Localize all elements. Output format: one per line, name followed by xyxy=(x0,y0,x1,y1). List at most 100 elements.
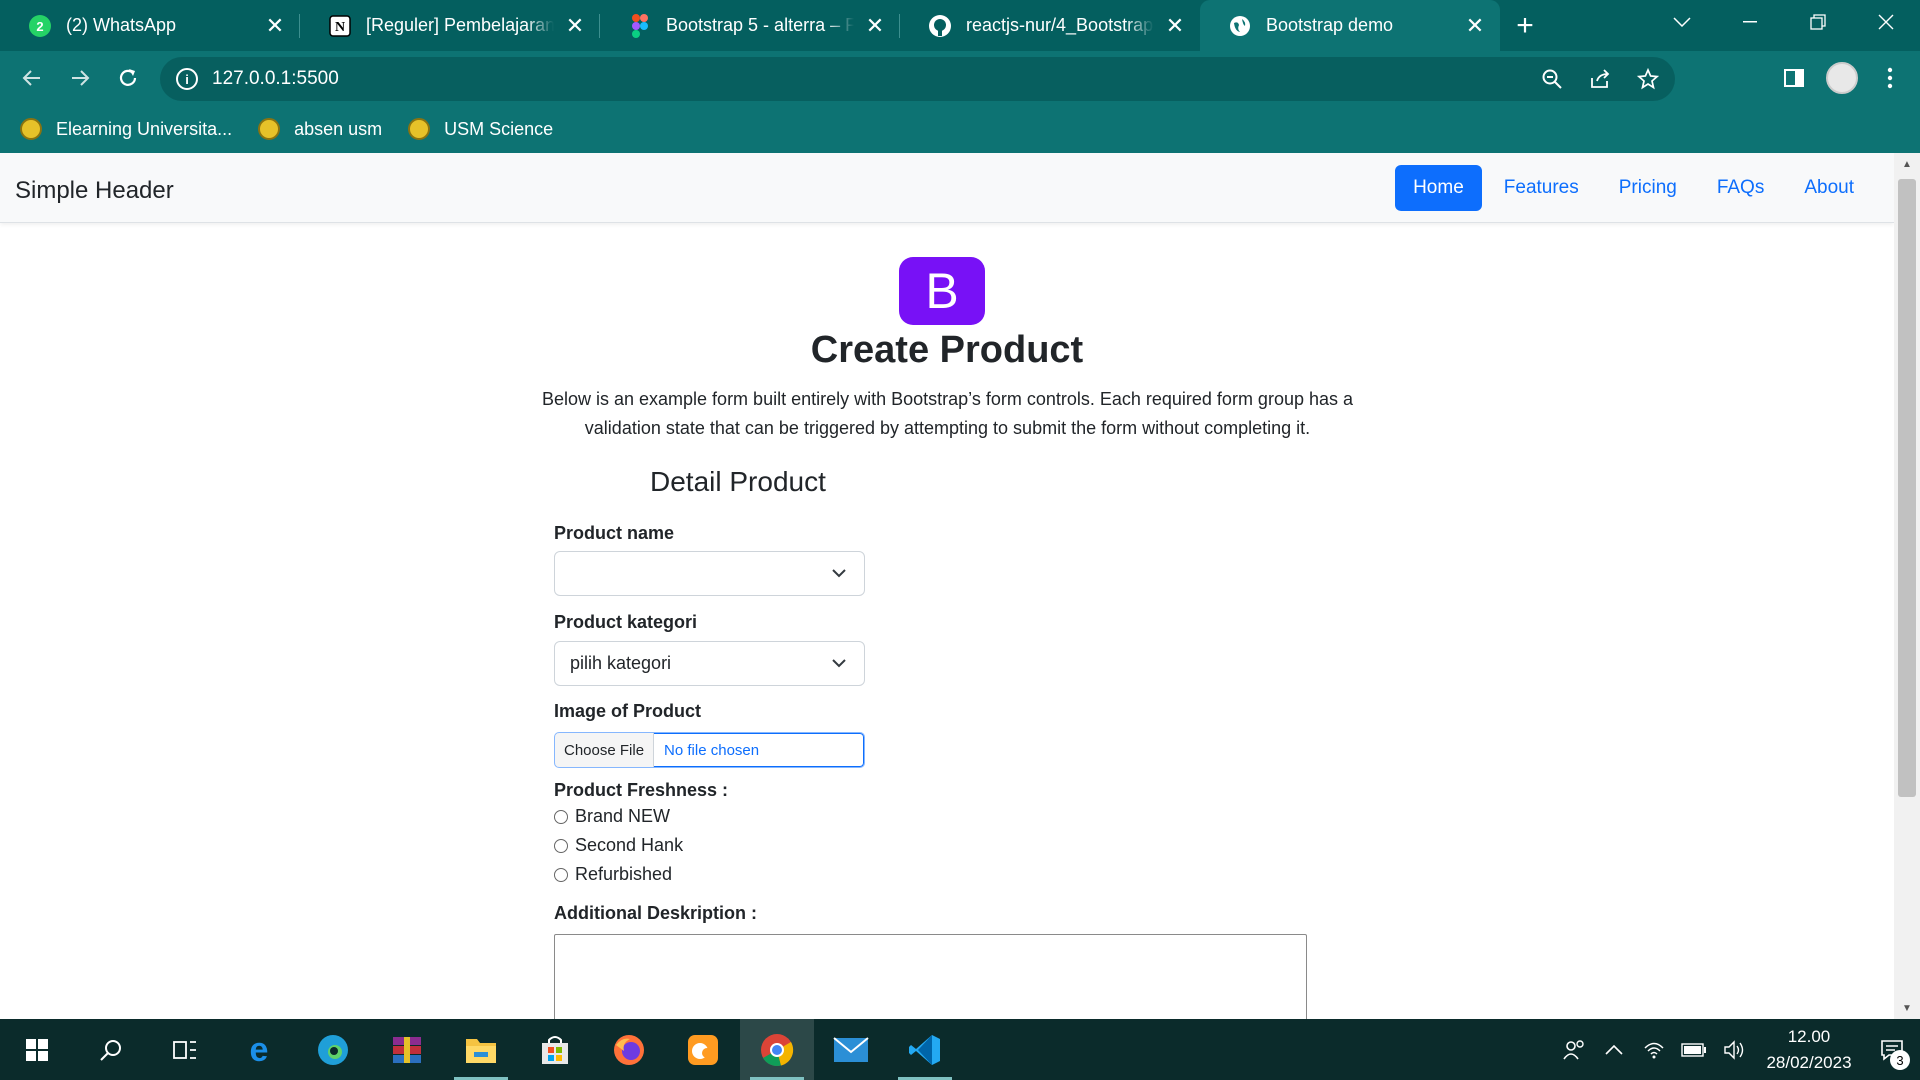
bookmark-label: USM Science xyxy=(444,118,554,139)
search-icon[interactable] xyxy=(74,1019,148,1080)
site-info-icon[interactable]: i xyxy=(176,68,198,90)
scrollbar[interactable]: ▲ ▼ xyxy=(1894,153,1920,1019)
forward-icon[interactable] xyxy=(56,54,104,102)
close-icon[interactable]: ✕ xyxy=(264,13,286,38)
close-icon[interactable]: ✕ xyxy=(864,13,886,38)
window-controls xyxy=(1648,0,1920,44)
image-label: Image of Product xyxy=(554,701,702,721)
notification-center-icon[interactable]: 3 xyxy=(1864,1019,1920,1080)
radio-button[interactable] xyxy=(554,867,568,882)
tab-search-icon[interactable] xyxy=(1648,0,1716,44)
edge-legacy-icon[interactable]: e xyxy=(222,1019,296,1080)
task-view-icon[interactable] xyxy=(148,1019,222,1080)
tab-title: [Reguler] Pembelajaran Te xyxy=(366,15,554,35)
freshness-option-brand-new[interactable]: Brand NEW xyxy=(554,806,670,827)
volume-icon[interactable] xyxy=(1714,1019,1754,1080)
freshness-option-refurbished[interactable]: Refurbished xyxy=(554,864,672,885)
svg-text:N: N xyxy=(335,20,345,35)
bookmark-elearning[interactable]: Elearning Universita... xyxy=(20,118,232,140)
chevron-up-icon[interactable] xyxy=(1594,1019,1634,1080)
scroll-up-icon[interactable]: ▲ xyxy=(1894,153,1920,175)
bookmark-absen-usm[interactable]: absen usm xyxy=(258,118,382,140)
vscode-icon[interactable] xyxy=(888,1019,962,1080)
radio-button[interactable] xyxy=(554,809,568,824)
radio-label: Brand NEW xyxy=(575,806,671,826)
menu-icon[interactable] xyxy=(1870,58,1910,98)
bookmarks-bar: Elearning Universita... absen usm USM Sc… xyxy=(0,105,1920,153)
tab-title: reactjs-nur/4_Bootstrap a xyxy=(966,15,1154,35)
main-nav: Home Features Pricing FAQs About xyxy=(1395,165,1872,211)
page-title: Create Product xyxy=(810,329,1084,371)
file-explorer-icon[interactable] xyxy=(444,1019,518,1080)
clock[interactable]: 12.00 28/02/2023 xyxy=(1754,1024,1864,1076)
tab-github[interactable]: reactjs-nur/4_Bootstrap a ✕ xyxy=(900,0,1200,51)
share-icon[interactable] xyxy=(1581,60,1619,98)
address-text: 127.0.0.1:5500 xyxy=(212,68,339,89)
radio-label: Second Hank xyxy=(575,835,684,855)
nav-home[interactable]: Home xyxy=(1395,165,1482,211)
browser-toolbar: i 127.0.0.1:5500 xyxy=(0,51,1920,105)
bookmark-label: absen usm xyxy=(294,118,383,139)
clock-date: 28/02/2023 xyxy=(1766,1052,1852,1072)
image-file-input[interactable]: Choose File No file chosen xyxy=(554,732,865,768)
taskbar: e 12.00 28/02/2023 3 xyxy=(0,1019,1920,1080)
freshness-option-second-hank[interactable]: Second Hank xyxy=(554,835,683,856)
windows-start-icon[interactable] xyxy=(0,1019,74,1080)
section-title: Detail Product xyxy=(650,466,826,497)
people-icon[interactable] xyxy=(1554,1019,1594,1080)
reload-icon[interactable] xyxy=(104,54,152,102)
bookmark-star-icon[interactable] xyxy=(1629,60,1667,98)
product-name-label: Product name xyxy=(554,523,675,543)
file-status: No file chosen xyxy=(664,741,760,759)
site-header: Simple Header Home Features Pricing FAQs… xyxy=(0,153,1894,223)
tab-figma[interactable]: Bootstrap 5 - alterra – Fig ✕ xyxy=(600,0,900,51)
freshness-label: Product Freshness : xyxy=(554,780,729,800)
tab-notion[interactable]: N [Reguler] Pembelajaran Te ✕ xyxy=(300,0,600,51)
close-icon[interactable]: ✕ xyxy=(1164,13,1186,38)
usm-logo-icon xyxy=(258,118,281,140)
product-name-select[interactable] xyxy=(554,551,865,596)
nav-faqs[interactable]: FAQs xyxy=(1699,165,1783,211)
tab-title: Bootstrap 5 - alterra – Fig xyxy=(666,15,854,35)
scrollbar-thumb[interactable] xyxy=(1898,179,1916,797)
tab-whatsapp[interactable]: 2 (2) WhatsApp ✕ xyxy=(0,0,300,51)
firefox-icon[interactable] xyxy=(592,1019,666,1080)
side-panel-icon[interactable] xyxy=(1774,58,1814,98)
choose-file-button[interactable]: Choose File xyxy=(555,733,655,767)
brand-title[interactable]: Simple Header xyxy=(15,177,174,205)
description-textarea[interactable] xyxy=(554,934,1307,1019)
bootstrap-logo: B xyxy=(899,257,985,325)
close-icon[interactable]: ✕ xyxy=(1464,13,1486,38)
close-icon[interactable]: ✕ xyxy=(564,13,586,38)
winrar-icon[interactable] xyxy=(370,1019,444,1080)
notification-badge: 3 xyxy=(1890,1050,1910,1070)
bookmark-usm-science[interactable]: USM Science xyxy=(408,118,553,140)
nav-about[interactable]: About xyxy=(1786,165,1872,211)
mail-icon[interactable] xyxy=(814,1019,888,1080)
edge-icon[interactable] xyxy=(296,1019,370,1080)
product-category-select[interactable]: pilih kategori xyxy=(554,641,865,686)
address-bar[interactable]: i 127.0.0.1:5500 xyxy=(160,57,1675,101)
chevron-down-icon xyxy=(832,569,846,578)
nav-pricing[interactable]: Pricing xyxy=(1601,165,1695,211)
tab-title: (2) WhatsApp xyxy=(66,15,177,35)
chrome-icon[interactable] xyxy=(740,1019,814,1080)
clock-time: 12.00 xyxy=(1787,1026,1831,1046)
description-label: Additional Deskription : xyxy=(554,903,758,923)
wifi-icon[interactable] xyxy=(1634,1019,1674,1080)
zoom-icon[interactable] xyxy=(1533,60,1571,98)
store-icon[interactable] xyxy=(518,1019,592,1080)
radio-button[interactable] xyxy=(554,838,568,853)
restore-icon[interactable] xyxy=(1784,0,1852,44)
scroll-down-icon[interactable]: ▼ xyxy=(1894,997,1920,1019)
bookmark-label: Elearning Universita... xyxy=(56,118,233,139)
new-tab-button[interactable]: + xyxy=(1500,0,1550,51)
uc-browser-icon[interactable] xyxy=(666,1019,740,1080)
tab-bootstrap-demo[interactable]: Bootstrap demo ✕ xyxy=(1200,0,1500,51)
nav-features[interactable]: Features xyxy=(1486,165,1597,211)
minimize-icon[interactable] xyxy=(1716,0,1784,44)
battery-icon[interactable] xyxy=(1674,1019,1714,1080)
close-window-icon[interactable] xyxy=(1852,0,1920,44)
profile-avatar[interactable] xyxy=(1822,58,1862,98)
back-icon[interactable] xyxy=(8,54,56,102)
